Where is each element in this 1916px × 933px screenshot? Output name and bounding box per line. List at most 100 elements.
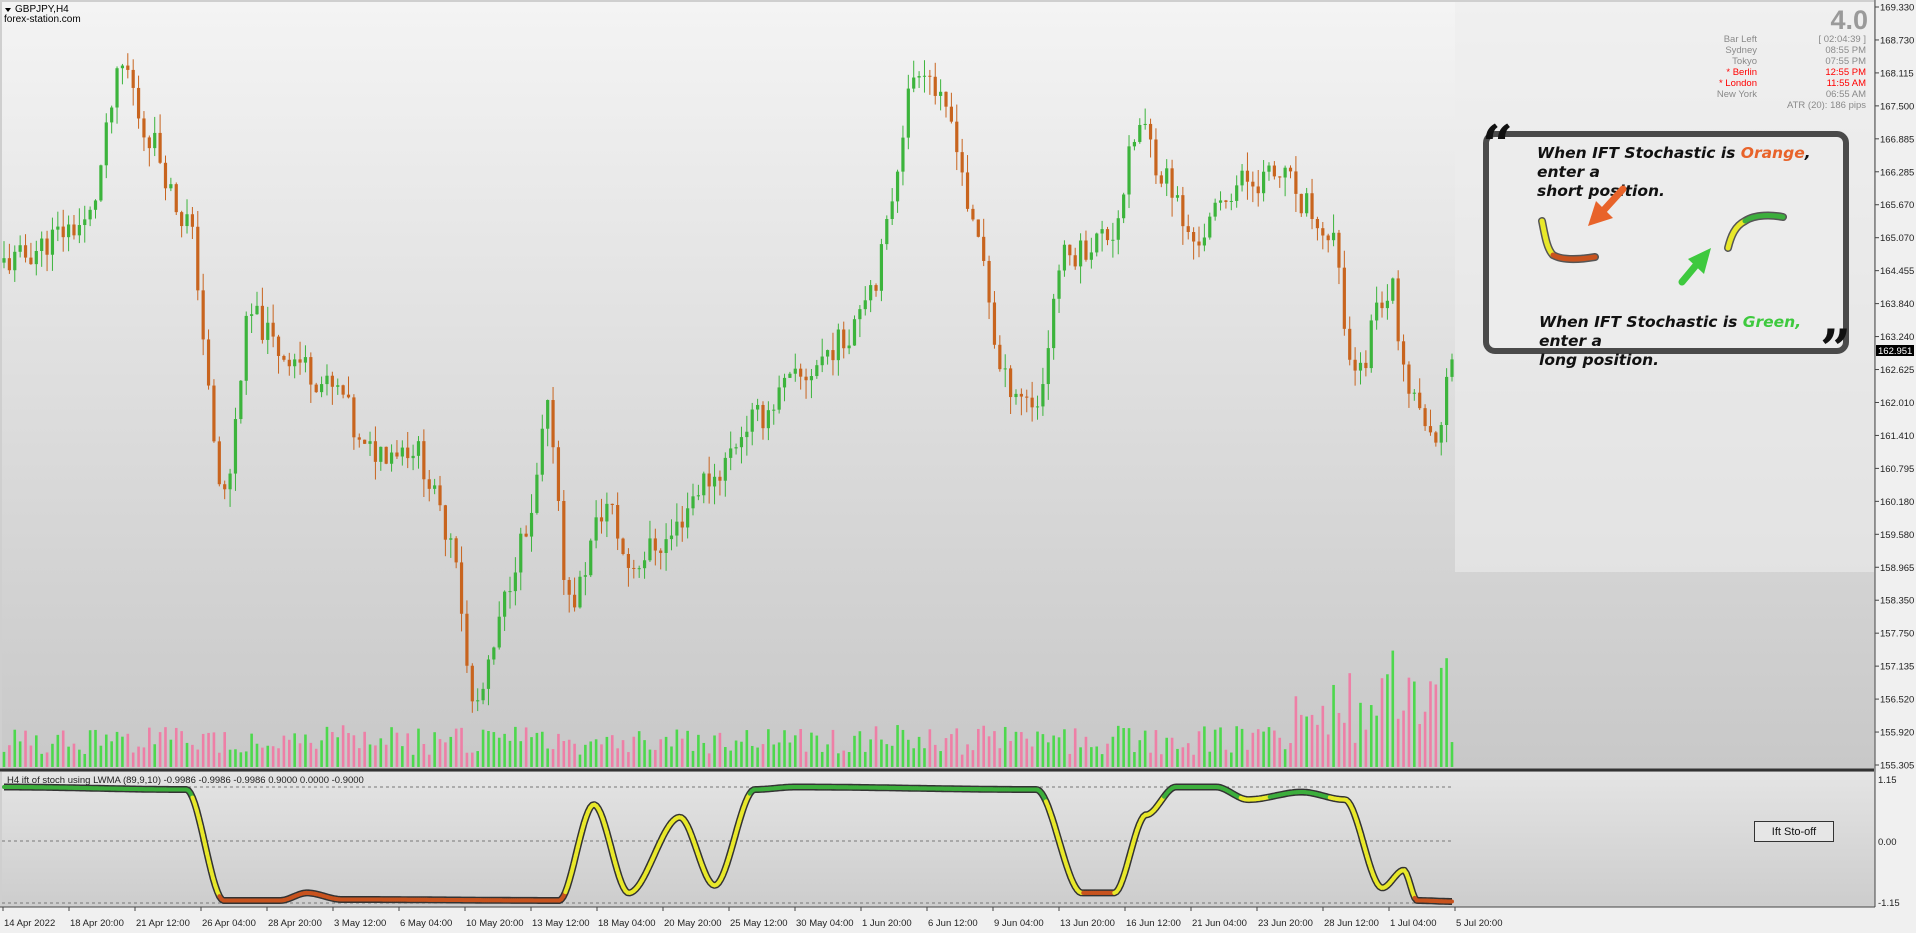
price-tick-label: 167.500: [1880, 101, 1914, 112]
ift-sto-off-button[interactable]: Ift Sto-off: [1754, 821, 1834, 842]
volume-bar: [772, 744, 776, 767]
volume-bar: [1213, 729, 1217, 767]
volume-bar: [1068, 753, 1072, 767]
volume-bar: [433, 732, 436, 767]
volume-bar: [40, 753, 43, 767]
time-tick-label: 10 May 20:00: [466, 918, 524, 929]
short-example-curve: [1538, 217, 1599, 263]
level-label-lower: -1.15: [1878, 898, 1900, 909]
volume-bar: [1111, 736, 1115, 767]
time-tick-label: 18 Apr 20:00: [70, 918, 124, 929]
open-quote-icon: “: [1482, 113, 1514, 177]
volume-bar: [1278, 737, 1282, 767]
candle[interactable]: [589, 538, 593, 578]
volume-bar: [341, 725, 345, 767]
volume-bar: [901, 729, 905, 767]
volume-bar: [1181, 747, 1185, 767]
volume-bar: [309, 742, 313, 767]
volume-bar: [1429, 681, 1432, 767]
volume-bar: [1073, 728, 1077, 767]
volume-bar: [131, 752, 135, 767]
volume-bar: [61, 730, 65, 767]
volume-bar: [1353, 742, 1357, 767]
volume-bar: [1434, 684, 1438, 767]
candle[interactable]: [217, 436, 221, 487]
volume-bar: [487, 730, 490, 767]
price-tick-label: 168.730: [1880, 35, 1914, 46]
volume-bar: [72, 743, 76, 767]
candle[interactable]: [1369, 314, 1373, 373]
volume-bar: [395, 732, 399, 767]
price-tick-label: 165.070: [1880, 233, 1914, 244]
volume-bar: [444, 742, 447, 767]
candle[interactable]: [384, 446, 388, 465]
volume-bar: [594, 739, 598, 767]
volume-bar: [1057, 737, 1061, 767]
candle[interactable]: [99, 164, 103, 202]
volume-bar: [1100, 754, 1104, 767]
volume-bar: [1450, 742, 1454, 767]
candle[interactable]: [1391, 277, 1395, 304]
volume-bar: [680, 738, 684, 767]
price-tick-label: 155.920: [1880, 728, 1914, 739]
time-tick-label: 6 May 04:00: [400, 918, 452, 929]
volume-bar: [1186, 743, 1190, 767]
volume-bar: [675, 729, 679, 767]
volume-bar: [1084, 736, 1088, 767]
volume-bar: [1273, 730, 1276, 767]
candle[interactable]: [556, 440, 561, 511]
callout-illustration: [1538, 185, 1787, 286]
volume-bar: [320, 740, 323, 767]
volume-bar: [1127, 728, 1131, 767]
candle[interactable]: [1396, 270, 1400, 351]
candle[interactable]: [621, 537, 625, 556]
volume-bar: [837, 753, 840, 767]
volume-bar: [1316, 724, 1319, 767]
price-tick-label: 165.670: [1880, 200, 1914, 211]
volume-bar: [1343, 722, 1346, 767]
candle[interactable]: [852, 315, 857, 346]
volume-bar: [266, 745, 270, 767]
clock-city-label: * Berlin: [1726, 67, 1757, 78]
price-tick-label: 160.180: [1880, 497, 1914, 508]
volume-bar: [1122, 728, 1125, 767]
volume-bar: [244, 751, 248, 767]
volume-bar: [1305, 716, 1308, 767]
volume-bar: [987, 736, 991, 767]
volume-bar: [707, 753, 711, 767]
clock-time-value: [ 02:04:39 ]: [1818, 34, 1866, 45]
volume-bar: [670, 746, 673, 767]
volume-bar: [142, 747, 146, 767]
volume-bar: [1326, 734, 1330, 767]
candle[interactable]: [562, 490, 566, 595]
volume-bar: [99, 745, 103, 767]
level-label-upper: 1.15: [1878, 775, 1897, 786]
candle[interactable]: [239, 379, 243, 424]
volume-bar: [1283, 749, 1287, 767]
volume-bar: [713, 735, 716, 767]
volume-bar: [497, 737, 501, 767]
clock-city-label: Tokyo: [1732, 56, 1757, 67]
volume-bar: [1402, 710, 1405, 767]
time-tick-label: 30 May 04:00: [796, 918, 854, 929]
candle[interactable]: [1208, 212, 1212, 240]
candle[interactable]: [212, 379, 216, 443]
candle[interactable]: [363, 439, 367, 444]
volume-bar: [56, 734, 60, 767]
volume-bar: [1262, 731, 1265, 767]
volume-bar: [761, 744, 765, 767]
volume-bar: [438, 739, 442, 767]
volume-bar: [1160, 754, 1163, 767]
volume-bar: [578, 754, 582, 767]
candle[interactable]: [174, 182, 178, 216]
volume-bar: [417, 728, 420, 767]
time-tick-label: 23 Jun 20:00: [1258, 918, 1313, 929]
volume-bar: [966, 744, 969, 767]
volume-bar: [1230, 752, 1233, 767]
volume-bar: [1348, 673, 1352, 767]
candle[interactable]: [976, 219, 980, 238]
volume-bar: [271, 746, 275, 767]
volume-bar: [632, 736, 636, 767]
volume-bar: [1332, 684, 1335, 767]
volume-bar: [460, 727, 463, 767]
